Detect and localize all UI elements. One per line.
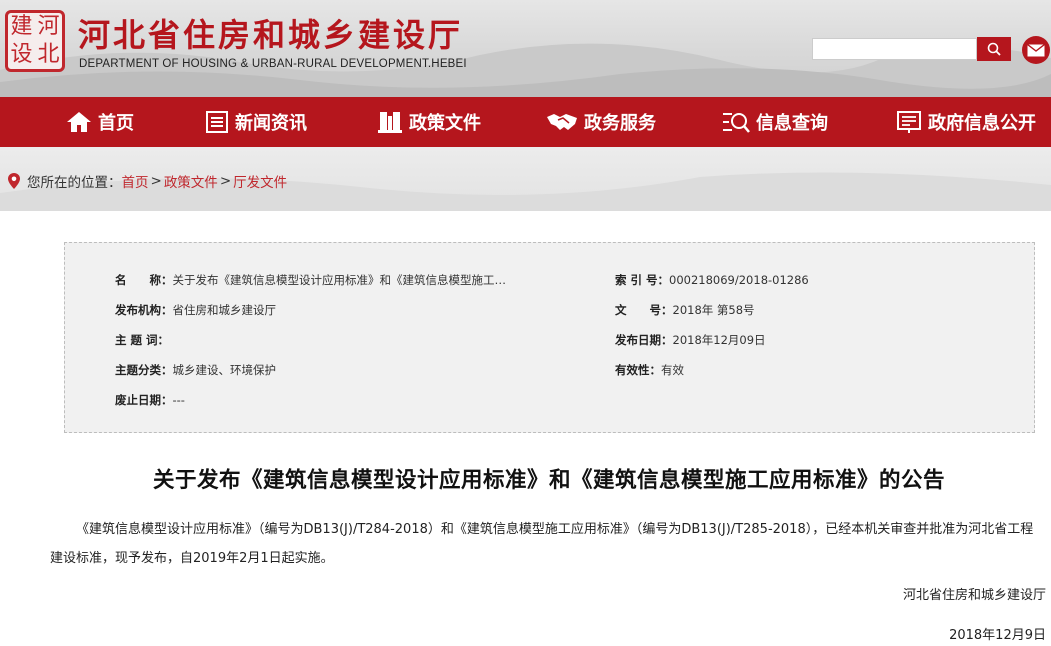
info-validity: 有效性：有效	[615, 362, 684, 378]
info-label: 主 题 词：	[115, 333, 170, 347]
info-publish-date: 发布日期：2018年12月09日	[615, 332, 766, 348]
nav-item-news[interactable]: 新闻资讯	[205, 97, 307, 147]
logo-char: 建	[10, 14, 33, 39]
info-keywords: 主 题 词：	[115, 332, 169, 348]
nav-item-policy[interactable]: 政策文件	[377, 97, 481, 147]
mail-icon	[1027, 43, 1045, 56]
site-title: 河北省住房和城乡建设厅	[78, 16, 464, 54]
info-category: 主题分类：城乡建设、环境保护	[115, 362, 276, 378]
info-label: 发布机构：	[115, 303, 173, 317]
nav-item-open-info[interactable]: 政府信息公开	[896, 97, 1036, 147]
breadcrumb-link-dept-docs[interactable]: 厅发文件	[233, 171, 287, 191]
query-icon	[722, 110, 750, 134]
logo-char: 河	[37, 14, 60, 39]
info-value: 2018年 第58号	[672, 303, 755, 317]
info-label: 索 引 号：	[615, 273, 670, 287]
info-value: 2018年12月09日	[672, 333, 766, 347]
nav-item-query[interactable]: 信息查询	[722, 97, 828, 147]
article-date: 2018年12月9日	[949, 628, 1046, 643]
breadcrumb-bar: 您所在的位置： 首页 > 政策文件 > 厅发文件	[0, 147, 1051, 211]
nav-label: 新闻资讯	[235, 113, 307, 134]
breadcrumb-separator: >	[150, 173, 162, 189]
info-publisher: 发布机构：省住房和城乡建设厅	[115, 302, 276, 318]
breadcrumb-prefix: 您所在的位置：	[27, 175, 122, 191]
breadcrumb-separator: >	[219, 173, 232, 189]
info-label: 发布日期：	[615, 333, 673, 347]
open-info-icon	[896, 110, 922, 134]
info-label: 有效性：	[615, 363, 661, 377]
article-body: 《建筑信息模型设计应用标准》（编号为DB13(J)/T284-2018）和《建筑…	[50, 522, 1034, 566]
search-input[interactable]	[812, 38, 977, 60]
main-nav: 首页 新闻资讯 政策文件 政务服务 信息查询 政府信息公开	[0, 97, 1051, 147]
info-value: 有效	[661, 363, 684, 377]
home-icon	[66, 111, 92, 133]
document-info-box: 名 称：关于发布《建筑信息模型设计应用标准》和《建筑信息模型施工… 索 引 号：…	[64, 242, 1035, 433]
search-button[interactable]	[977, 37, 1011, 61]
info-label: 名 称：	[115, 273, 173, 287]
article-title: 关于发布《建筑信息模型设计应用标准》和《建筑信息模型施工应用标准》的公告	[152, 468, 945, 493]
info-value: ---	[172, 393, 185, 407]
nav-label: 政府信息公开	[928, 113, 1036, 134]
nav-label: 政务服务	[584, 113, 656, 134]
nav-label: 政策文件	[409, 113, 481, 134]
news-icon	[205, 110, 229, 134]
info-value: 省住房和城乡建设厅	[172, 303, 277, 317]
logo-char: 北	[37, 42, 60, 67]
site-logo[interactable]: 建 河 设 北	[5, 10, 65, 72]
info-label: 主题分类：	[115, 363, 173, 377]
mail-button[interactable]	[1022, 36, 1050, 64]
site-subtitle: DEPARTMENT OF HOUSING & URBAN-RURAL DEVE…	[79, 58, 467, 70]
article-signature: 河北省住房和城乡建设厅	[902, 588, 1046, 603]
nav-label: 首页	[98, 113, 134, 134]
info-label: 文 号：	[615, 303, 673, 317]
info-value: 关于发布《建筑信息模型设计应用标准》和《建筑信息模型施工…	[172, 273, 507, 287]
site-header: 建 河 设 北 河北省住房和城乡建设厅 DEPARTMENT OF HOUSIN…	[0, 0, 1051, 97]
nav-label: 信息查询	[756, 113, 828, 134]
location-pin-icon	[8, 173, 20, 189]
logo-char: 设	[10, 42, 33, 67]
search-icon	[987, 42, 1001, 56]
handshake-icon	[546, 111, 578, 133]
book-icon	[377, 110, 403, 134]
info-value: 城乡建设、环境保护	[172, 363, 277, 377]
nav-item-service[interactable]: 政务服务	[546, 97, 656, 147]
info-expiry: 废止日期：---	[115, 392, 185, 408]
breadcrumb-link-policy[interactable]: 政策文件	[164, 171, 218, 191]
breadcrumb-link-home[interactable]: 首页	[122, 171, 149, 191]
nav-item-home[interactable]: 首页	[66, 97, 134, 147]
info-label: 废止日期：	[115, 393, 173, 407]
breadcrumb: 您所在的位置： 首页 > 政策文件 > 厅发文件	[7, 171, 287, 191]
info-doc-number: 文 号：2018年 第58号	[615, 302, 755, 318]
info-name: 名 称：关于发布《建筑信息模型设计应用标准》和《建筑信息模型施工…	[115, 272, 506, 288]
info-index: 索 引 号：000218069/2018-01286	[615, 272, 809, 288]
info-value: 000218069/2018-01286	[669, 273, 809, 287]
